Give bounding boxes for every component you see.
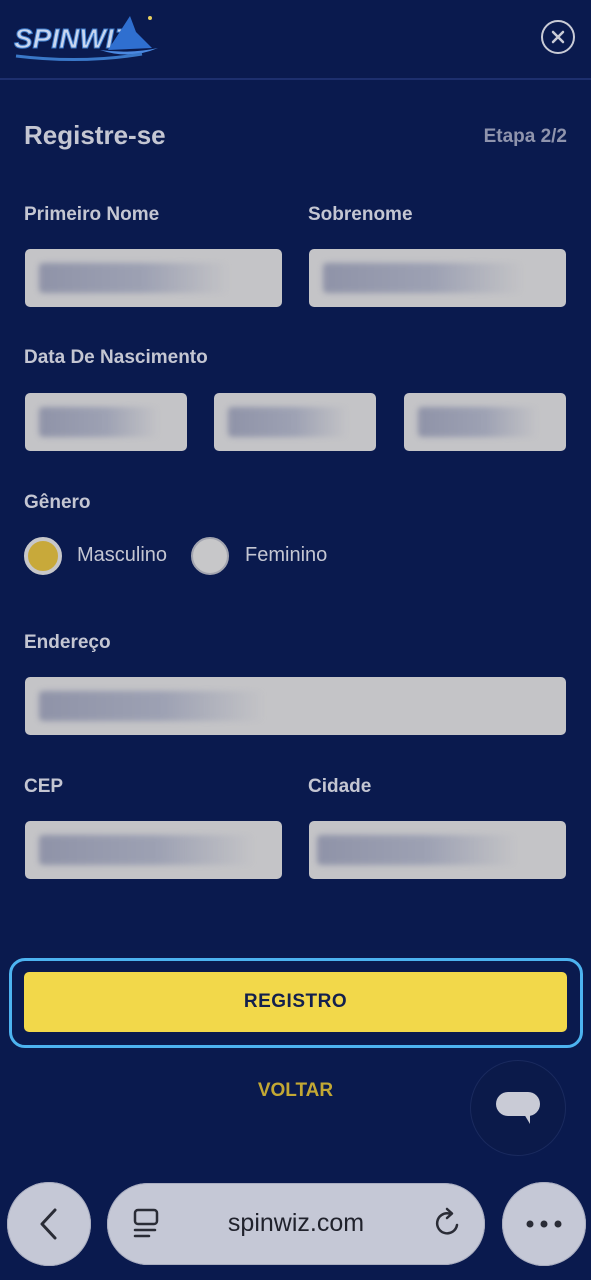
browser-more-button[interactable] [502, 1182, 586, 1266]
page-title: Registre-se [24, 120, 166, 150]
browser-toolbar: spinwiz.com [0, 1168, 591, 1280]
address-field[interactable] [25, 677, 566, 735]
first-name-field[interactable] [25, 249, 282, 307]
last-name-field[interactable] [309, 249, 566, 307]
step-indicator: Etapa 2/2 [483, 126, 567, 147]
cep-field[interactable] [25, 821, 282, 879]
browser-back-button[interactable] [7, 1182, 91, 1266]
dob-day-field[interactable] [25, 393, 187, 451]
close-icon [551, 30, 565, 44]
chat-bubble-icon [496, 1092, 540, 1124]
dob-month-field[interactable] [214, 393, 376, 451]
reload-icon[interactable] [433, 1207, 463, 1244]
last-name-label: Sobrenome [308, 204, 413, 225]
header: SPINWIZ [0, 0, 591, 80]
dob-year-field[interactable] [404, 393, 566, 451]
url-bar[interactable]: spinwiz.com [107, 1183, 485, 1265]
wizard-hat-icon: SPINWIZ [14, 16, 158, 62]
radio-feminino[interactable] [191, 537, 229, 575]
first-name-label: Primeiro Nome [24, 204, 160, 225]
radio-feminino-label[interactable]: Feminino [245, 544, 327, 567]
back-arrow-icon [40, 1208, 57, 1240]
city-field[interactable] [309, 821, 566, 879]
spinwiz-logo[interactable]: SPINWIZ [12, 10, 162, 66]
close-button[interactable] [541, 20, 575, 54]
chat-button[interactable] [470, 1060, 566, 1156]
dob-label: Data De Nascimento [24, 347, 208, 368]
more-icon [526, 1220, 562, 1228]
cep-label: CEP [24, 776, 64, 797]
city-label: Cidade [308, 776, 372, 797]
radio-masculino-label[interactable]: Masculino [77, 544, 167, 567]
register-button[interactable]: REGISTRO [24, 972, 567, 1032]
radio-masculino[interactable] [24, 537, 62, 575]
gender-label: Gênero [24, 492, 91, 513]
address-label: Endereço [24, 632, 111, 653]
url-text: spinwiz.com [227, 1209, 365, 1237]
